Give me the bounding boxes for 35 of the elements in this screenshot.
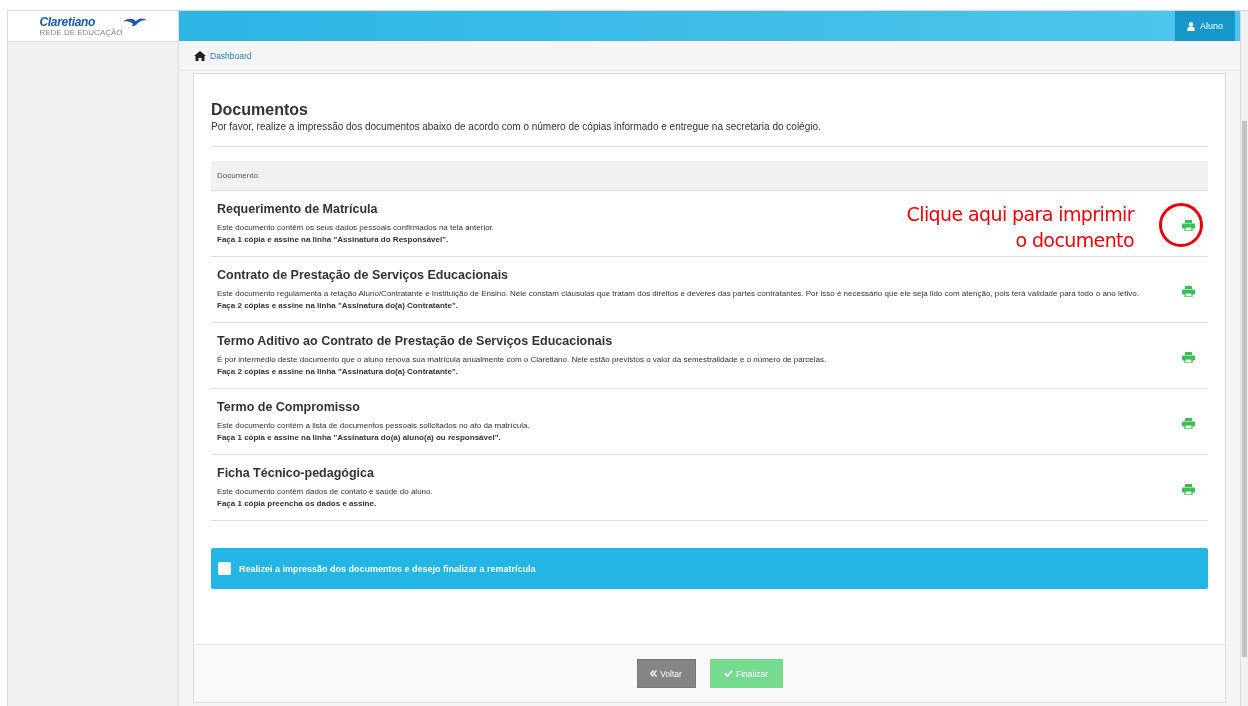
back-button[interactable]: Voltar bbox=[636, 659, 696, 688]
user-button[interactable]: Aluno bbox=[1175, 11, 1235, 41]
print-icon[interactable] bbox=[1181, 418, 1195, 429]
confirm-label: Realizei a impressão dos documentos e desejo finalizar a rematrícula bbox=[239, 563, 536, 574]
check-icon bbox=[723, 670, 733, 677]
copy-instruction: Faça 2 cópias e assine na linha "Assinatura do(a) Contratante". bbox=[217, 366, 458, 378]
print-icon[interactable] bbox=[1181, 484, 1195, 495]
document-description: Este documento contêm os seus dados pessoais confirmados na tela anterior. bbox=[217, 222, 496, 234]
print-icon[interactable] bbox=[1181, 220, 1195, 231]
confirm-checkbox[interactable] bbox=[218, 562, 231, 575]
breadcrumb-link[interactable]: Dashboard bbox=[210, 50, 252, 61]
document-description: É por intermédio deste documento que o aluno renova sua matrícula anualmente com o Claretiano. Nele estão previstos o valor da semestralidade e o número de parcelas. bbox=[217, 354, 828, 366]
document-description: Este documento contém dados de contato e saúde do aluno. bbox=[217, 486, 434, 498]
double-chevron-icon bbox=[650, 670, 658, 677]
print-icon[interactable] bbox=[1181, 352, 1195, 363]
page-title: Documentos bbox=[211, 100, 309, 120]
document-title: Termo Aditivo ao Contrato de Prestação de Serviços Educacionais bbox=[217, 333, 613, 349]
claretiano-logo[interactable]: Claretiano REDE DE EDUCAÇÃO bbox=[39, 15, 147, 37]
copy-instruction: Faça 2 cópias e assine na linha "Assinatura do(a) Contratante". bbox=[217, 300, 458, 312]
copy-instruction: Faça 1 cópia preencha os dados e assine. bbox=[217, 498, 377, 510]
home-icon bbox=[194, 50, 206, 61]
print-icon[interactable] bbox=[1181, 286, 1195, 297]
document-title: Termo de Compromisso bbox=[217, 399, 360, 415]
document-description: Este documento regulamenta a relação Aluno/Contratante e Instituição de Ensino. Nele constam cláusulas que tratam dos direitos e deveres das partes contratantes. Por isso é necessário que ele seja lido com atenção, pois terá validade para todo o ano letivo. bbox=[217, 288, 1140, 300]
document-title: Requerimento de Matrícula bbox=[217, 201, 378, 217]
page-subtitle: Por favor, realize a impressão dos documentos abaixo de acordo com o número de cópias informado e entregue na secretaria do colégio. bbox=[211, 120, 1208, 147]
user-icon bbox=[1187, 21, 1195, 31]
annotation-text: Clique aqui para imprimir o documento bbox=[906, 202, 1134, 253]
document-description: Este documento contém a lista de documentos pessoais solicitados no ato da matrícula. bbox=[217, 420, 531, 432]
document-title: Contrato de Prestação de Serviços Educacionais bbox=[217, 267, 509, 283]
document-title: Ficha Técnico-pedagógica bbox=[217, 465, 374, 481]
copy-instruction: Faça 1 cópia e assine na linha "Assinatura do Responsável". bbox=[217, 234, 449, 246]
column-header: Documento bbox=[217, 171, 258, 180]
scrollbar[interactable] bbox=[1240, 11, 1248, 706]
copy-instruction: Faça 1 cópia e assine na linha "Assinatura do(a) aluno(a) ou responsável". bbox=[217, 432, 501, 444]
